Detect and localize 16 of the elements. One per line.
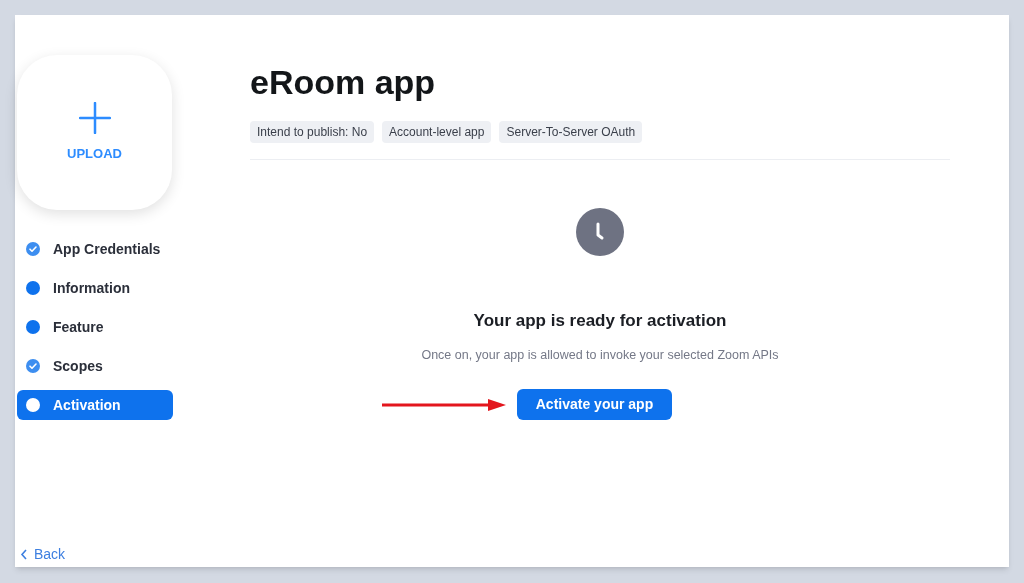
- status-description: Once on, your app is allowed to invoke your selected Zoom APIs: [421, 346, 779, 364]
- activate-button[interactable]: Activate your app: [517, 389, 672, 421]
- tag: Account-level app: [382, 121, 492, 143]
- tag: Intend to publish: No: [250, 121, 375, 143]
- step-item[interactable]: App Credentials: [17, 234, 173, 264]
- step-item[interactable]: Activation: [17, 390, 173, 420]
- step-item[interactable]: Scopes: [17, 351, 173, 381]
- clock-icon: [576, 208, 624, 256]
- back-link[interactable]: Back: [20, 544, 215, 565]
- tag: Server-To-Server OAuth: [499, 121, 643, 143]
- status-heading: Your app is ready for activation: [473, 310, 727, 332]
- step-item[interactable]: Information: [17, 273, 173, 303]
- page-title: eRoom app: [250, 62, 436, 103]
- chevron-left-icon: [20, 549, 28, 560]
- plus-icon: [78, 101, 111, 134]
- step-item[interactable]: Feature: [17, 312, 173, 342]
